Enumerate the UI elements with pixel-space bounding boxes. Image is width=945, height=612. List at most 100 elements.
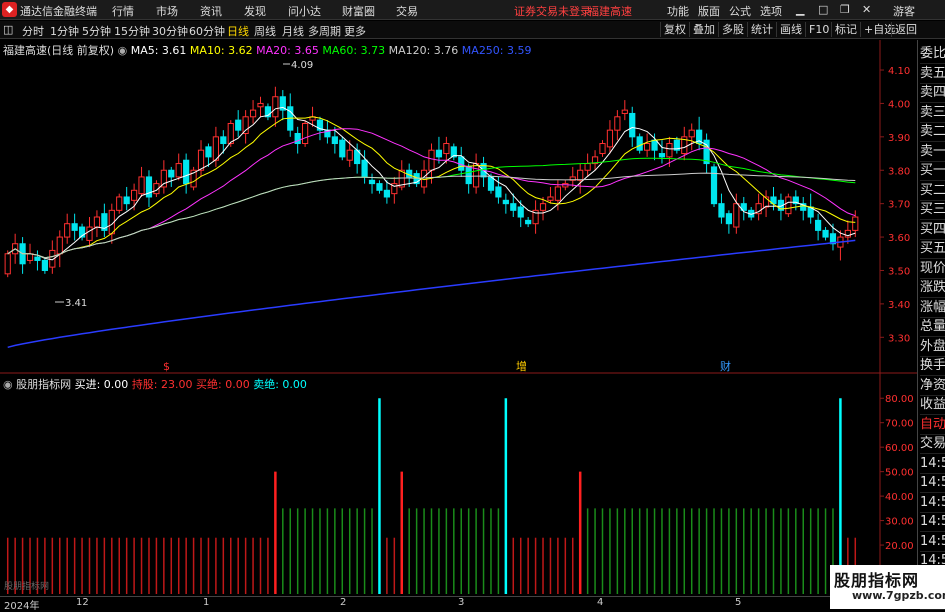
candle-body — [93, 216, 101, 228]
quote-row[interactable]: 净资 — [920, 376, 945, 396]
candle-body — [123, 196, 130, 205]
login-warning[interactable]: 证券交易未登录 — [514, 3, 591, 19]
period-60min[interactable]: 60分钟 — [189, 23, 225, 39]
period-multi[interactable]: 多周期 — [308, 23, 341, 39]
candle-body — [547, 196, 554, 201]
quote-row[interactable]: 买一 — [920, 161, 945, 181]
indicator-legend: ◉ 股朋指标网 买进: 0.00 持股: 23.00 买绝: 0.00 卖绝: … — [3, 376, 307, 392]
candle-body — [644, 143, 651, 151]
candle-body — [71, 223, 78, 231]
minimize-icon[interactable]: ▁ — [796, 3, 804, 16]
candle-body — [64, 223, 71, 238]
indicator-dropdown-icon[interactable]: ◉ — [3, 378, 16, 391]
quote-row[interactable]: 外盘 — [920, 337, 945, 357]
ma120-label: MA120: 3.76 — [388, 44, 459, 57]
candle-body — [183, 159, 190, 185]
quote-row[interactable]: 买四 — [920, 220, 945, 240]
dropdown-icon[interactable]: ◉ — [118, 44, 131, 57]
price-chart[interactable]: 4.10 4.00 3.90 3.80 3.70 3.60 3.50 3.40 3.30 4.0… — [0, 40, 917, 374]
candle-body — [815, 219, 822, 231]
menu-layout[interactable]: 版面 — [698, 3, 720, 19]
candle-body — [502, 199, 509, 205]
candle-body — [852, 216, 859, 231]
period-more[interactable]: 更多 — [344, 23, 366, 39]
draw-line-button[interactable]: 画线 — [776, 22, 805, 37]
quote-row[interactable]: 买五 — [920, 239, 945, 259]
menu-news[interactable]: 资讯 — [200, 3, 222, 19]
quote-row[interactable]: 卖三 — [920, 103, 945, 123]
guest-label[interactable]: 游客 — [893, 3, 915, 19]
marker-increase[interactable]: 增 — [516, 359, 527, 373]
maximize-icon[interactable]: □ — [818, 3, 828, 16]
period-monthly[interactable]: 月线 — [282, 23, 304, 39]
multi-stock-button[interactable]: 多股 — [718, 22, 747, 37]
menu-bar: ◆ 通达信金融终端 行情 市场 资讯 发现 问小达 财富圈 交易 证券交易未登录… — [0, 0, 945, 20]
quote-row[interactable]: 委比 — [920, 44, 945, 64]
overlay-button[interactable]: 叠加 — [689, 22, 718, 37]
period-1min[interactable]: 1分钟 — [50, 23, 79, 39]
period-5min[interactable]: 5分钟 — [82, 23, 111, 39]
candle-body — [495, 186, 502, 198]
stats-button[interactable]: 统计 — [747, 22, 776, 37]
quote-row[interactable]: 14:56 — [920, 532, 945, 552]
quote-row[interactable]: 交易 — [920, 434, 945, 454]
quote-row[interactable]: 涨跌 — [920, 278, 945, 298]
candle-body — [197, 149, 205, 171]
close-icon[interactable]: ✕ — [862, 3, 871, 16]
candle-body — [465, 166, 472, 185]
candle-body — [212, 136, 219, 161]
quote-row[interactable]: 换手 — [920, 356, 945, 376]
quote-row[interactable]: 卖五 — [920, 64, 945, 84]
app-logo-icon: ◆ — [2, 2, 17, 17]
period-15min[interactable]: 15分钟 — [114, 23, 150, 39]
period-daily[interactable]: 日线 — [227, 23, 249, 39]
quote-row[interactable]: 14:56 — [920, 512, 945, 532]
candle-body — [629, 112, 636, 138]
price-tick-label: 4.10 — [888, 66, 910, 77]
back-button[interactable]: 返回 — [891, 22, 920, 37]
candle-body — [131, 189, 138, 201]
period-timeshare[interactable]: 分时 — [22, 23, 44, 39]
indicator-tick-label: 30.00 — [885, 517, 914, 528]
candle-body — [443, 143, 450, 155]
menu-quotes[interactable]: 行情 — [112, 3, 134, 19]
menu-formula[interactable]: 公式 — [729, 3, 751, 19]
candle-body — [235, 119, 242, 131]
quote-row[interactable]: 收益 — [920, 395, 945, 415]
quote-row[interactable]: 卖二 — [920, 122, 945, 142]
quote-row[interactable]: 卖四 — [920, 83, 945, 103]
toolbar-icon[interactable]: ◫ — [3, 23, 13, 36]
candle-body — [688, 129, 695, 138]
price-tick-label: 3.50 — [888, 266, 910, 277]
menu-ask[interactable]: 问小达 — [288, 3, 321, 19]
menu-trade[interactable]: 交易 — [396, 3, 418, 19]
menu-wealth[interactable]: 财富圈 — [342, 3, 375, 19]
period-weekly[interactable]: 周线 — [254, 23, 276, 39]
quote-row[interactable]: 14:56 — [920, 473, 945, 493]
adjust-button[interactable]: 复权 — [660, 22, 689, 37]
menu-market[interactable]: 市场 — [156, 3, 178, 19]
menu-discover[interactable]: 发现 — [244, 3, 266, 19]
quote-row[interactable]: 买二 — [920, 181, 945, 201]
quote-row[interactable]: 自动 — [920, 415, 945, 435]
quote-row[interactable]: 14:56 — [920, 493, 945, 513]
quote-row[interactable]: 现价 — [920, 259, 945, 279]
menu-options[interactable]: 选项 — [760, 3, 782, 19]
restore-icon[interactable]: ❐ — [840, 3, 850, 16]
candle-body — [339, 139, 346, 158]
marker-dividend[interactable]: $ — [163, 360, 170, 373]
quote-row[interactable]: 买三 — [920, 200, 945, 220]
indicator-tick-label: 80.00 — [885, 394, 914, 405]
quote-row[interactable]: 涨幅 — [920, 298, 945, 318]
indicator-chart[interactable]: 80.00 70.00 60.00 50.00 40.00 30.00 20.00 股朋指标… — [0, 374, 917, 596]
quote-row[interactable]: 14:56 — [920, 454, 945, 474]
candle-body — [636, 136, 643, 151]
mark-button[interactable]: 标记 — [831, 22, 860, 37]
candle-body — [302, 122, 309, 145]
f10-button[interactable]: F10 — [805, 22, 832, 37]
period-30min[interactable]: 30分钟 — [152, 23, 188, 39]
menu-function[interactable]: 功能 — [667, 3, 689, 19]
quote-row[interactable]: 总量 — [920, 317, 945, 337]
marker-finance[interactable]: 财 — [720, 359, 731, 373]
quote-row[interactable]: 卖一 — [920, 142, 945, 162]
